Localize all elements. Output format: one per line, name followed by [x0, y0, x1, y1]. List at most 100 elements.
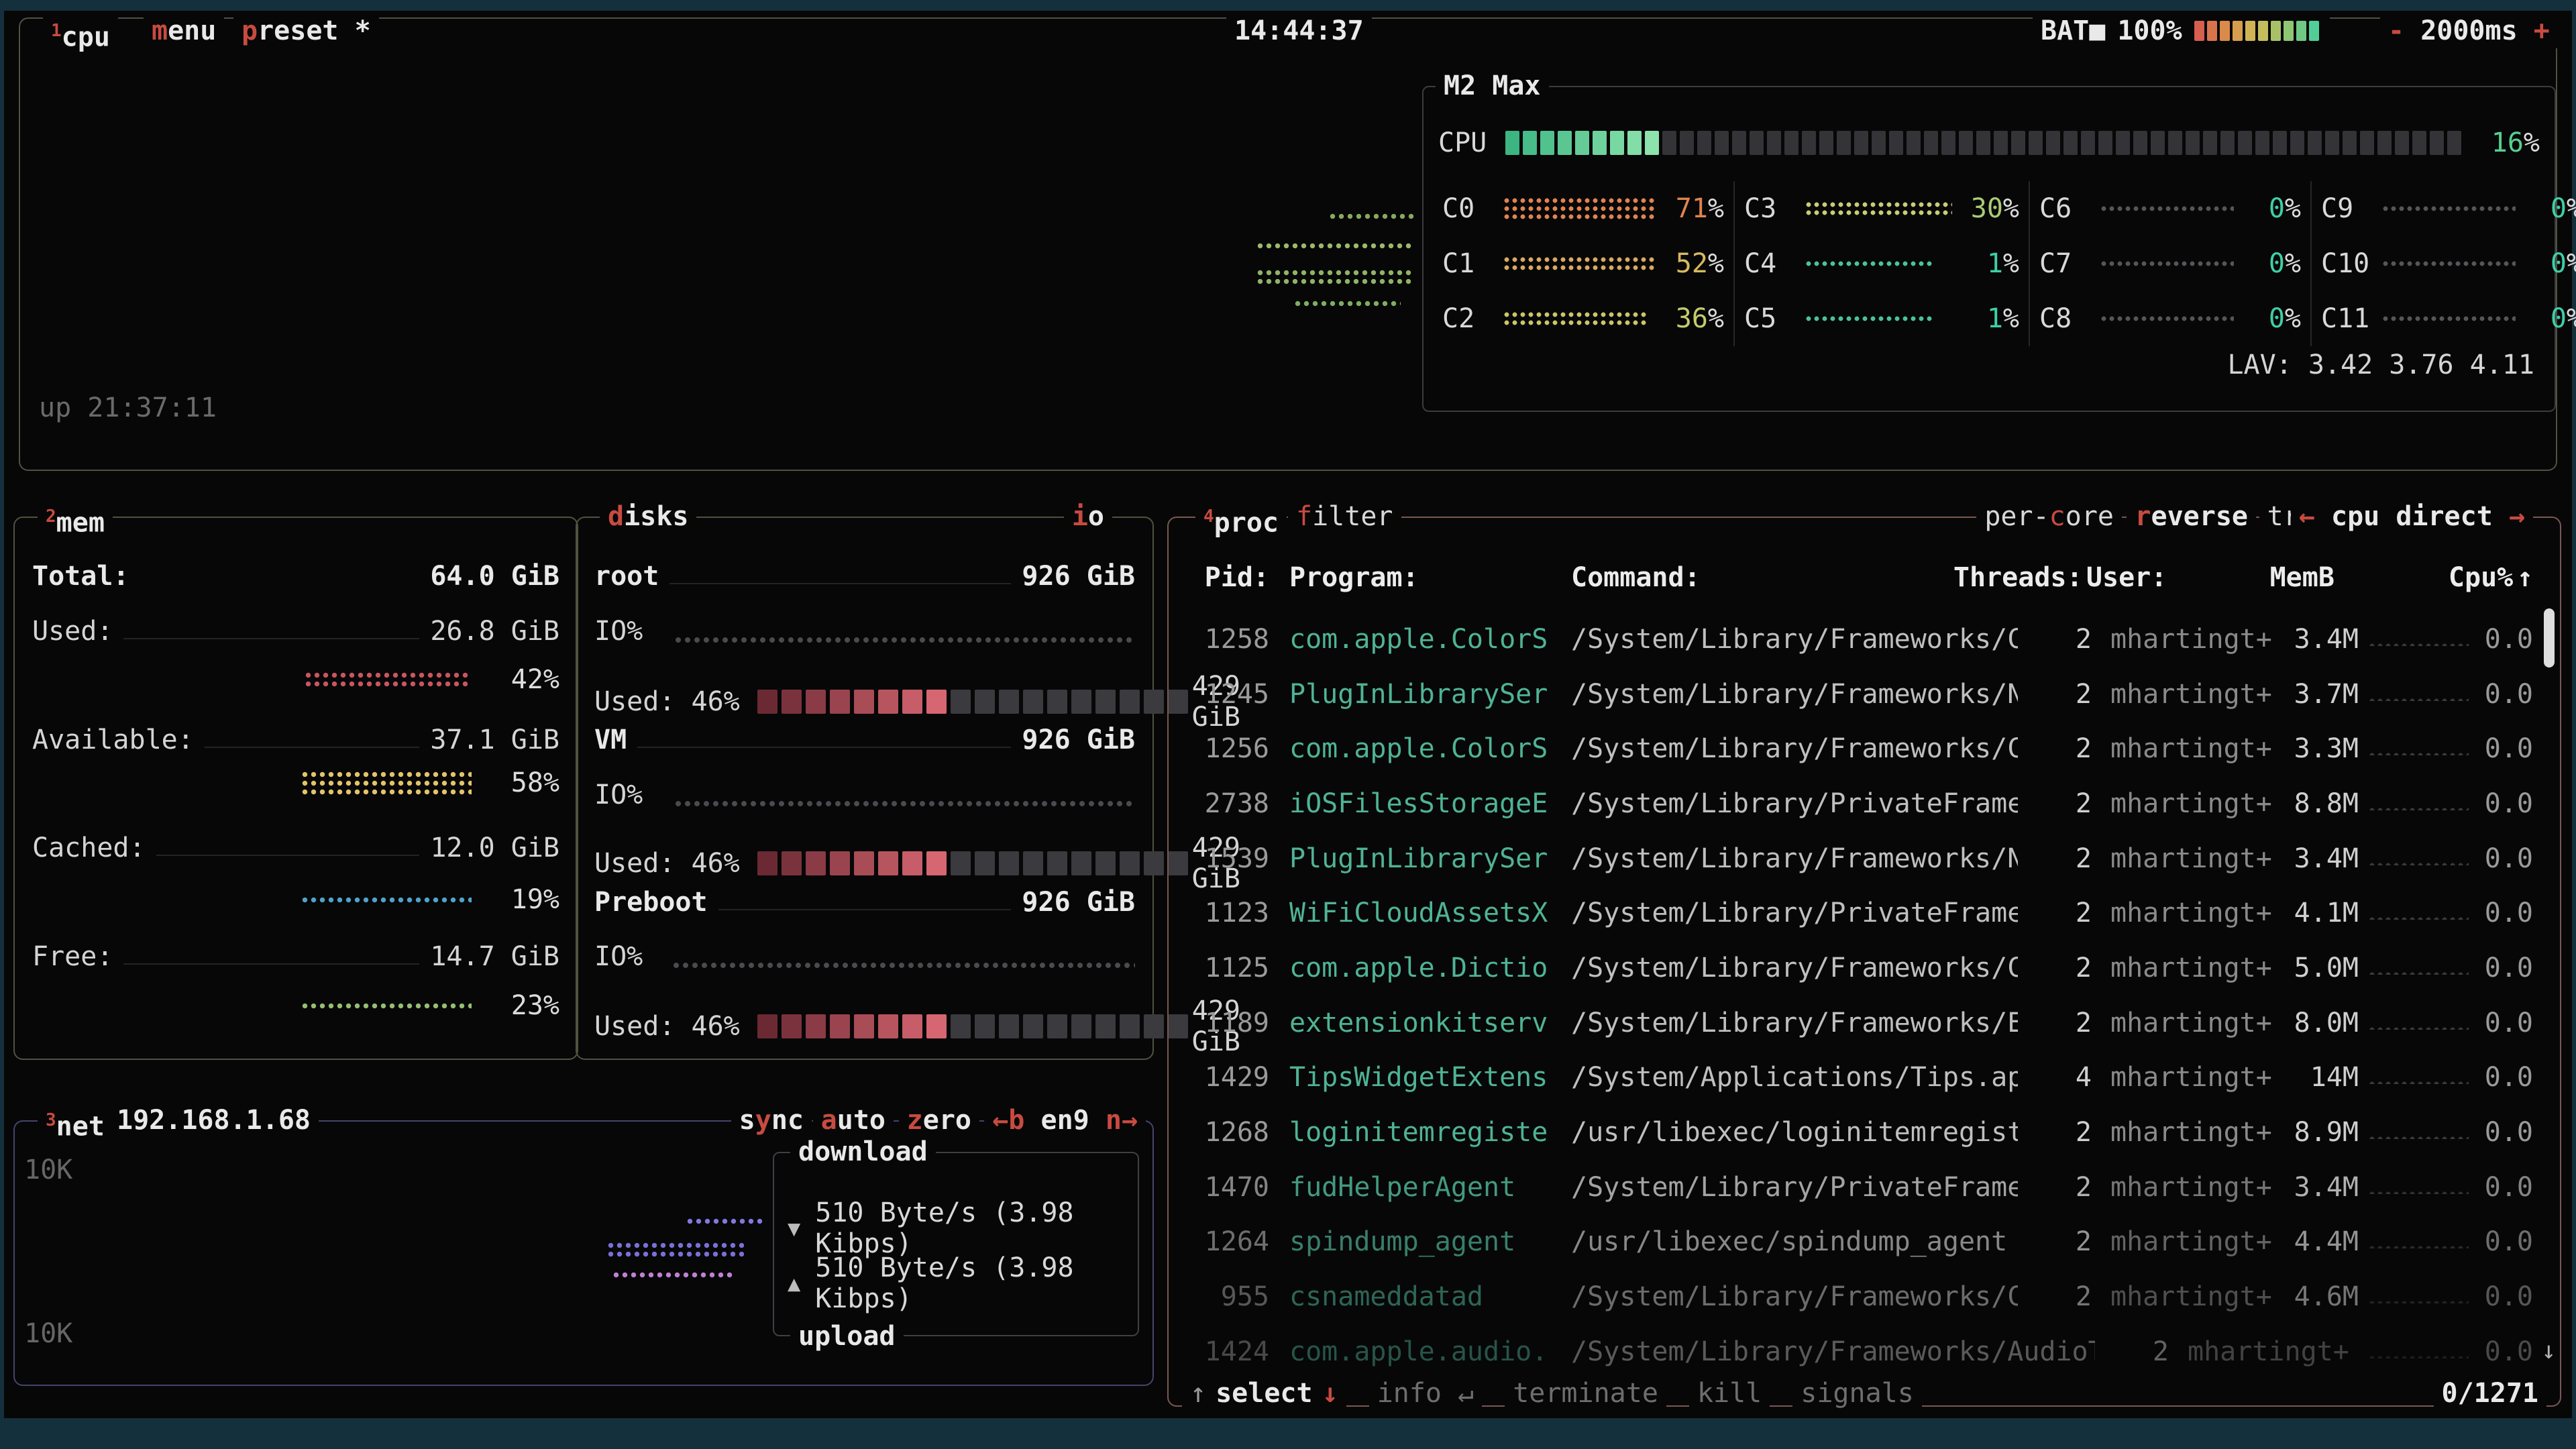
proc-scrollbar[interactable]	[2544, 608, 2555, 667]
col-header-threads[interactable]: Threads:	[1953, 562, 2068, 593]
core-graph	[1805, 315, 1932, 323]
net-download-graph	[612, 1271, 733, 1279]
disk-io-graph	[674, 635, 1135, 645]
zero-button[interactable]: zero	[899, 1103, 979, 1138]
table-row[interactable]: 1424com.apple.audio./System/Library/Fram…	[1189, 1324, 2533, 1379]
table-row[interactable]: 955csnameddatad/System/Library/Framework…	[1189, 1269, 2533, 1324]
col-header-program[interactable]: Program:	[1289, 562, 1571, 593]
core-graph	[2100, 315, 2234, 323]
sort-column-switcher[interactable]: ← cpu direct →	[2291, 499, 2533, 534]
cpu-total-meter	[1505, 131, 2466, 155]
core-graph	[1805, 260, 1932, 268]
download-label: download	[790, 1134, 936, 1169]
battery-label: BAT■	[2041, 13, 2105, 48]
terminate-button[interactable]: terminate	[1505, 1376, 1666, 1411]
disk-name: root	[594, 561, 659, 592]
core-graph	[2100, 205, 2234, 213]
core-grid: C071% C330% C60% C90% C152% C41% C70% C1…	[1433, 181, 2545, 346]
disk-io-label: IO%	[594, 941, 672, 972]
core-cell: C70%	[2029, 236, 2310, 291]
core-graph	[2381, 260, 2516, 268]
select-control[interactable]: ↑select↓	[1182, 1376, 1346, 1411]
net-ip-address: 192.168.1.68	[109, 1103, 319, 1138]
mem-available-label: Available:	[32, 724, 194, 755]
cpu-total-pct: 16	[2491, 127, 2524, 158]
mem-box-title[interactable]: 2mem	[38, 499, 113, 540]
mem-available-value: 37.1 GiB	[430, 724, 559, 755]
upload-speed: 510 Byte/s (3.98 Kibps)	[815, 1252, 1124, 1314]
per-core-button[interactable]: per-core	[1976, 499, 2122, 534]
col-header-command[interactable]: Command:	[1571, 562, 1953, 593]
cpu-graph	[1256, 268, 1413, 286]
selection-position: 0/1271	[2434, 1376, 2547, 1411]
col-header-mem[interactable]: MemB	[2217, 562, 2334, 593]
disk-used-label: Used:	[594, 848, 675, 879]
upload-arrow-icon: ▲	[788, 1271, 800, 1296]
table-row[interactable]: 1256com.apple.ColorS/System/Library/Fram…	[1189, 721, 2533, 776]
io-toggle-button[interactable]: io	[1064, 499, 1112, 534]
table-row[interactable]: 1125com.apple.Dictio/System/Library/Fram…	[1189, 941, 2533, 996]
info-button[interactable]: info ↵	[1369, 1376, 1483, 1411]
core-cell: C236%	[1433, 291, 1733, 346]
disk-io-label: IO%	[594, 616, 674, 647]
disk-used-meter	[757, 851, 1192, 875]
core-cell: C110%	[2310, 291, 2576, 346]
core-graph	[1503, 256, 1657, 272]
cpu-graph	[1293, 299, 1401, 308]
menu-button[interactable]: menu	[144, 13, 224, 48]
table-row[interactable]: 1264spindump_agent/usr/libexec/spindump_…	[1189, 1215, 2533, 1270]
table-row[interactable]: 1245PlugInLibrarySer/System/Library/Fram…	[1189, 667, 2533, 722]
disk-size: 926 GiB	[1022, 561, 1135, 592]
interval-value: 2000ms	[2420, 15, 2518, 46]
auto-button[interactable]: auto	[813, 1103, 894, 1138]
net-download-graph	[686, 1217, 766, 1226]
core-graph	[2381, 205, 2516, 213]
upload-label: upload	[790, 1319, 904, 1354]
sync-button[interactable]: sync	[731, 1103, 812, 1138]
mem-cached-value: 12.0 GiB	[430, 833, 559, 863]
filter-button[interactable]: filter	[1288, 499, 1401, 534]
disk-io-graph	[672, 961, 1135, 970]
preset-button[interactable]: preset *	[233, 13, 379, 48]
col-header-user[interactable]: User:	[2086, 562, 2217, 593]
interval-increase-button[interactable]: +	[2534, 15, 2550, 46]
mem-cached-graph	[301, 896, 472, 904]
interval-decrease-button[interactable]: -	[2388, 15, 2404, 46]
scroll-down-icon[interactable]: ↓	[2541, 1335, 2556, 1367]
cpu-box-title[interactable]: 1cpu	[43, 13, 118, 54]
battery-percent: 100%	[2117, 13, 2182, 48]
mem-free-graph	[301, 1002, 472, 1010]
net-box-title: 3net	[38, 1103, 113, 1144]
table-row[interactable]: 1123WiFiCloudAssetsX/System/Library/Priv…	[1189, 885, 2533, 941]
mem-free-label: Free:	[32, 941, 113, 972]
core-graph	[1503, 197, 1657, 221]
kill-button[interactable]: kill	[1689, 1376, 1770, 1411]
disk-name: VM	[594, 724, 627, 755]
mem-available-graph	[301, 770, 472, 796]
table-row[interactable]: 1470fudHelperAgent/System/Library/Privat…	[1189, 1160, 2533, 1215]
col-header-cpu[interactable]: Cpu%	[2449, 562, 2509, 593]
interface-switcher[interactable]: ←b en9 n→	[984, 1103, 1146, 1138]
col-header-pid[interactable]: Pid:	[1189, 562, 1269, 593]
table-row[interactable]: 1429TipsWidgetExtens/System/Applications…	[1189, 1051, 2533, 1106]
core-cell: C80%	[2029, 291, 2310, 346]
reverse-button[interactable]: reverse	[2127, 499, 2256, 534]
mem-box: 2mem Total:64.0 GiB Used:26.8 GiB 42% Av…	[13, 517, 578, 1060]
proc-footer: ↑select↓ info ↵ terminate kill signals 0…	[1182, 1376, 2546, 1411]
core-cell: C41%	[1733, 236, 2029, 291]
battery-indicator: BAT■ 100%	[2033, 13, 2330, 48]
mem-cached-label: Cached:	[32, 833, 146, 863]
table-row[interactable]: 2738iOSFilesStorageE/System/Library/Priv…	[1189, 776, 2533, 831]
disks-box-title: disks	[600, 499, 696, 534]
signals-button[interactable]: signals	[1792, 1376, 1922, 1411]
core-graph	[2381, 315, 2516, 323]
proc-table-header: Pid: Program: Command: Threads: User: Me…	[1189, 562, 2533, 593]
core-graph	[1503, 311, 1647, 327]
table-row[interactable]: 1189extensionkitserv/System/Library/Fram…	[1189, 996, 2533, 1051]
table-row[interactable]: 1258com.apple.ColorS/System/Library/Fram…	[1189, 612, 2533, 667]
proc-table: 1258com.apple.ColorS/System/Library/Fram…	[1189, 612, 2533, 1379]
cpu-box: up 21:37:11 M2 Max CPU 16% C071% C330% C…	[19, 17, 2557, 471]
table-row[interactable]: 1268loginitemregiste/usr/libexec/loginit…	[1189, 1105, 2533, 1160]
disk-used-label: Used:	[594, 1011, 675, 1042]
table-row[interactable]: 1539PlugInLibrarySer/System/Library/Fram…	[1189, 831, 2533, 886]
